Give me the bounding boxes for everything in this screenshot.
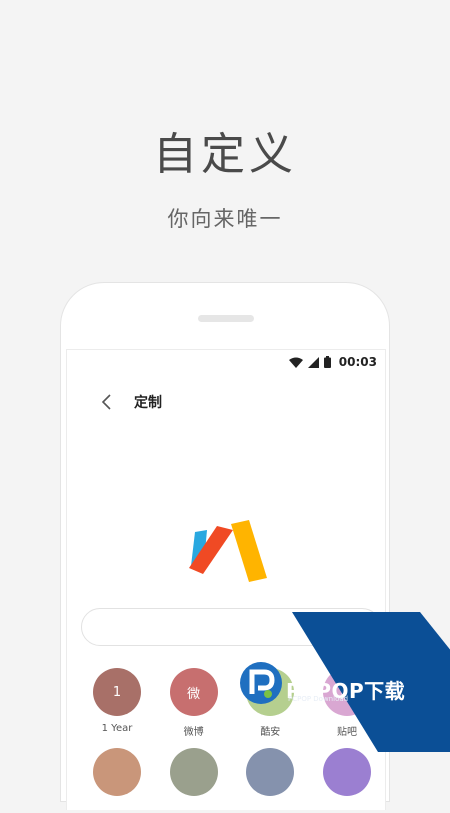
app-icon-circle: 微 — [169, 668, 218, 716]
status-bar: 00:03 — [67, 350, 385, 374]
app-icon-item[interactable] — [164, 748, 224, 803]
search-input[interactable] — [81, 608, 381, 646]
subline: 你向来唯一 — [167, 207, 283, 231]
app-icon-circle: 1 — [93, 668, 141, 716]
pcpop-logo-icon — [240, 662, 282, 704]
app-icon-circle — [93, 748, 141, 796]
back-button[interactable] — [95, 390, 119, 414]
app-icon-label: 酷安 — [260, 727, 281, 738]
phone-speaker — [198, 315, 254, 322]
app-bar: 定制 — [67, 388, 385, 416]
app-logo — [187, 518, 273, 594]
app-icon-item[interactable] — [317, 748, 377, 803]
headline: 自定义 — [153, 129, 297, 180]
phone-screen: 00:03 定制 11 Year 微微博 酷安贴贴吧 — [66, 349, 386, 810]
app-icon-label: 微博 — [183, 727, 204, 738]
phone-frame: 00:03 定制 11 Year 微微博 酷安贴贴吧 — [60, 282, 390, 810]
page-title: 定制 — [134, 395, 162, 411]
app-icon-item[interactable] — [240, 748, 300, 803]
app-icon-item[interactable]: 微微博 — [164, 668, 224, 738]
app-icon-label: 贴吧 — [336, 727, 357, 738]
wifi-icon — [288, 357, 303, 368]
chevron-left-icon — [101, 394, 111, 410]
app-icon-circle — [322, 748, 371, 796]
status-time: 00:03 — [338, 355, 377, 369]
battery-icon — [323, 356, 331, 368]
app-icon-item[interactable] — [87, 748, 147, 803]
watermark-subtext: PCPOP Download — [288, 695, 349, 703]
app-icon-label: 1 Year — [101, 723, 133, 734]
app-icon-circle — [246, 748, 295, 796]
app-icon-circle — [169, 748, 218, 796]
signal-icon — [307, 356, 319, 368]
app-icon-item[interactable]: 1 1 Year — [87, 668, 147, 738]
